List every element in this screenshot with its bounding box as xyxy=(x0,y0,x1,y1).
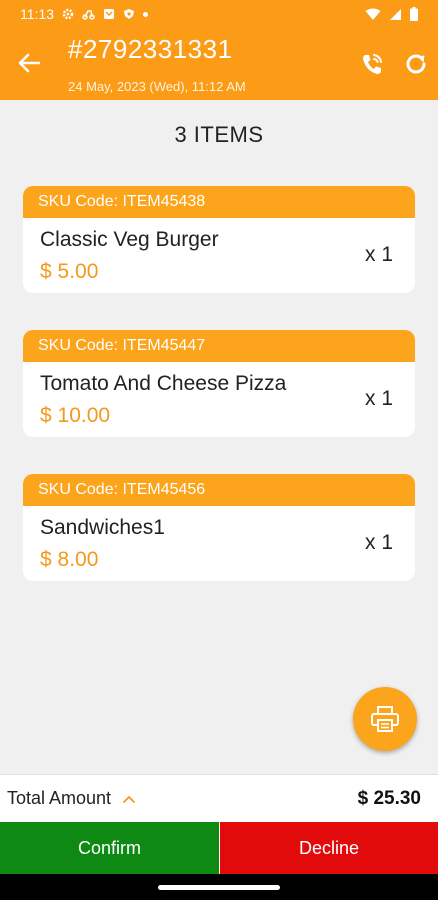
item-quantity: x 1 xyxy=(364,387,393,410)
item-name: Sandwiches1 xyxy=(40,516,165,539)
item-price: $ 5.00 xyxy=(40,260,99,283)
shield-icon xyxy=(124,9,134,19)
mail-icon xyxy=(104,9,114,19)
printer-icon xyxy=(371,706,399,732)
status-bar: 11:13 xyxy=(0,0,438,28)
sku-code-header: SKU Code: ITEM45438 xyxy=(23,186,415,218)
item-quantity: x 1 xyxy=(364,531,393,554)
order-date: 24 May, 2023 (Wed), 11:12 AM xyxy=(68,79,246,94)
order-item-card: SKU Code: ITEM45456 Sandwiches1 $ 8.00 x… xyxy=(23,474,415,581)
more-notifications-dot xyxy=(143,11,148,17)
sku-code-header: SKU Code: ITEM45456 xyxy=(23,474,415,506)
sku-code-header: SKU Code: ITEM45447 xyxy=(23,330,415,362)
chevron-up-icon[interactable] xyxy=(121,791,137,807)
order-id: #2792331331 xyxy=(68,34,233,64)
order-item-card: SKU Code: ITEM45438 Classic Veg Burger $… xyxy=(23,186,415,293)
wifi-icon xyxy=(365,8,381,20)
delivery-icon xyxy=(82,10,95,20)
settings-icon xyxy=(62,8,74,20)
item-name: Tomato And Cheese Pizza xyxy=(40,372,287,395)
item-quantity: x 1 xyxy=(364,243,393,266)
total-amount-bar[interactable]: Total Amount $ 25.30 xyxy=(0,774,438,822)
notification-icons xyxy=(62,8,148,20)
app-header: 11:13 #2792331331 24 May, 2023 (Wed), 11… xyxy=(0,0,438,100)
total-amount-label: Total Amount xyxy=(7,788,112,808)
back-button[interactable] xyxy=(14,48,44,78)
phone-call-icon xyxy=(363,54,382,74)
system-status-icons xyxy=(365,7,418,21)
order-item-card: SKU Code: ITEM45447 Tomato And Cheese Pi… xyxy=(23,330,415,437)
status-time: 11:13 xyxy=(20,6,54,22)
item-price: $ 10.00 xyxy=(40,404,111,427)
total-amount-value: $ 25.30 xyxy=(357,787,421,809)
item-name: Classic Veg Burger xyxy=(40,228,219,251)
confirm-button[interactable]: Confirm xyxy=(0,822,219,874)
home-gesture-handle[interactable] xyxy=(158,885,280,890)
system-navigation-bar xyxy=(0,874,438,900)
refresh-icon xyxy=(406,54,426,74)
item-price: $ 8.00 xyxy=(40,548,99,571)
refresh-button[interactable] xyxy=(402,50,430,78)
arrow-left-icon xyxy=(18,53,40,73)
signal-icon xyxy=(390,8,401,20)
decline-button[interactable]: Decline xyxy=(220,822,438,874)
call-button[interactable] xyxy=(358,50,386,78)
print-button[interactable] xyxy=(353,687,417,751)
items-count-title: 3 ITEMS xyxy=(174,122,264,147)
battery-icon xyxy=(410,7,418,21)
